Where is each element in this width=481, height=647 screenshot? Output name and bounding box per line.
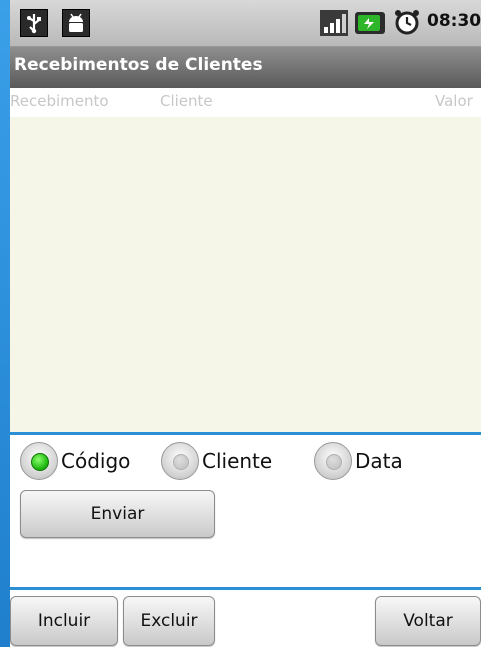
android-debug-icon <box>62 9 90 37</box>
radio-unselected-indicator <box>326 454 342 470</box>
enviar-button[interactable]: Enviar <box>20 490 215 538</box>
divider <box>10 587 481 590</box>
radio-label-cliente: Cliente <box>202 449 273 473</box>
background-stripe <box>0 0 10 647</box>
alarm-clock-icon <box>393 8 421 36</box>
usb-icon <box>20 9 48 37</box>
incluir-button[interactable]: Incluir <box>10 596 118 646</box>
app-screen: 08:30 Recebimentos de Clientes Recebimen… <box>10 0 481 647</box>
radio-label-codigo: Código <box>61 449 131 473</box>
page-title: Recebimentos de Clientes <box>14 55 263 75</box>
title-bar: Recebimentos de Clientes <box>10 47 481 88</box>
radio-codigo[interactable]: Código <box>20 440 130 482</box>
signal-icon <box>320 10 348 36</box>
radio-button-icon[interactable] <box>20 442 58 480</box>
radio-selected-indicator <box>31 453 49 471</box>
radio-data[interactable]: Data <box>314 440 403 482</box>
voltar-button[interactable]: Voltar <box>375 596 481 646</box>
radio-button-icon[interactable] <box>314 442 352 480</box>
radio-cliente[interactable]: Cliente <box>161 440 272 482</box>
column-header-valor: Valor <box>435 92 473 110</box>
radio-label-data: Data <box>355 449 403 473</box>
battery-charging-icon <box>355 10 385 36</box>
divider <box>10 432 481 435</box>
column-header-recebimento: Recebimento <box>10 92 109 110</box>
radio-unselected-indicator <box>173 454 189 470</box>
receipts-list[interactable] <box>10 117 481 433</box>
status-bar: 08:30 <box>10 0 481 47</box>
status-clock: 08:30 <box>427 11 481 31</box>
radio-button-icon[interactable] <box>161 442 199 480</box>
list-header: Recebimento Cliente Valor <box>10 89 481 117</box>
excluir-button[interactable]: Excluir <box>123 596 215 646</box>
column-header-cliente: Cliente <box>160 92 213 110</box>
